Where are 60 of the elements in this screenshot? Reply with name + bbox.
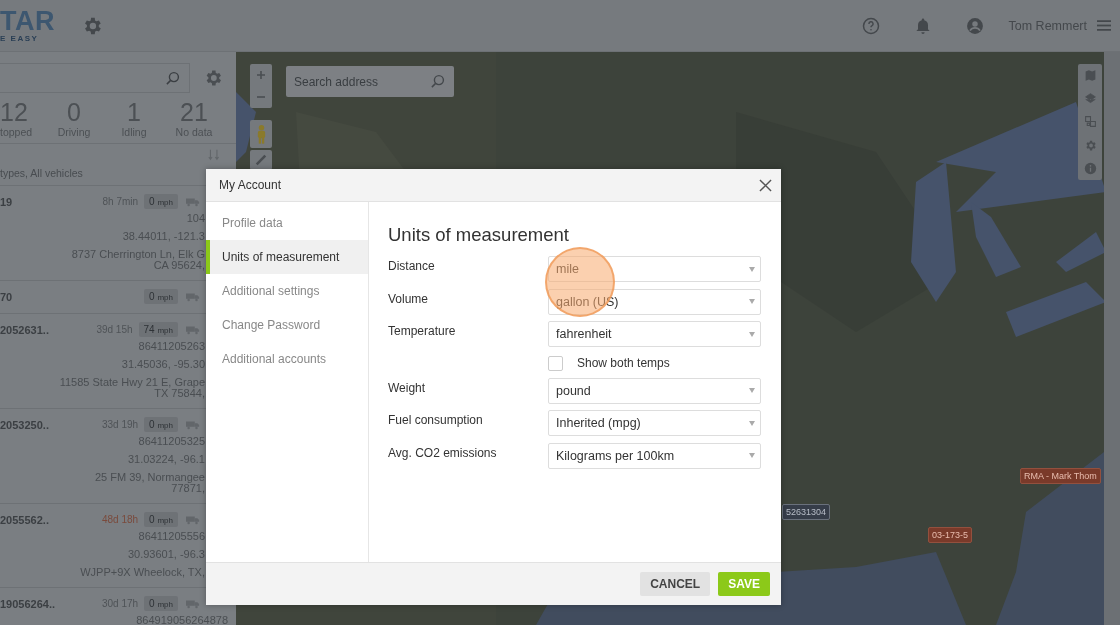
search-icon[interactable]: [430, 74, 445, 89]
field-label: Fuel consumption: [388, 413, 484, 428]
layers-icon[interactable]: [1083, 92, 1097, 106]
measure-button[interactable]: [250, 150, 272, 170]
person-icon: [255, 123, 267, 145]
logo-tagline: E EASY: [0, 34, 40, 43]
field-label: Weight: [388, 380, 427, 395]
vehicle-name: 19056264..: [0, 597, 57, 610]
menu-icon[interactable]: [1097, 20, 1111, 31]
caret-icon: [749, 388, 755, 394]
nav-item[interactable]: Units of measurement: [206, 240, 368, 274]
scrollbar[interactable]: [1104, 52, 1120, 625]
ruler-icon: [255, 154, 267, 166]
unit-dropdown[interactable]: fahrenheit: [548, 321, 761, 348]
unit-dropdown[interactable]: Inherited (mpg): [548, 410, 761, 437]
vehicle-name: 2052631..: [0, 323, 50, 336]
search-field[interactable]: [0, 63, 190, 93]
field-label: Volume: [388, 291, 430, 306]
unit-dropdown[interactable]: mile: [548, 256, 761, 282]
search-icon[interactable]: [165, 70, 180, 86]
field-label: Avg. CO2 emissions: [388, 445, 498, 460]
checkbox-label: Show both temps: [577, 356, 670, 371]
truck-icon: [186, 324, 200, 335]
help-icon[interactable]: [860, 15, 881, 36]
caret-icon: [749, 453, 755, 459]
vehicle-name: 2053250..: [0, 418, 50, 431]
truck-icon: [186, 598, 200, 609]
map-marker[interactable]: 03-173-5: [928, 527, 973, 543]
caret-icon: [749, 331, 755, 337]
address-search-field[interactable]: Search address: [286, 66, 454, 97]
cancel-button[interactable]: CANCEL: [640, 572, 711, 596]
map-icon[interactable]: [1083, 69, 1097, 83]
vehicle-name: 2055562..: [0, 513, 50, 526]
close-icon[interactable]: [759, 178, 772, 192]
map-marker[interactable]: 52631304: [782, 504, 831, 520]
user-icon[interactable]: [964, 15, 985, 36]
sort-icon[interactable]: [208, 148, 221, 161]
caret-icon: [749, 266, 755, 272]
checkbox[interactable]: [548, 355, 563, 371]
vehicle-name: 19: [0, 195, 14, 208]
grid-icon[interactable]: [1083, 115, 1097, 129]
caret-icon: [749, 420, 755, 426]
field-label: Distance: [388, 259, 436, 273]
truck-icon: [186, 291, 200, 302]
caret-icon: [749, 299, 755, 305]
unit-dropdown[interactable]: Kilograms per 100km: [548, 442, 761, 469]
save-button[interactable]: SAVE: [718, 572, 770, 596]
field-label: Temperature: [388, 324, 457, 339]
logo-text: TAR: [0, 8, 56, 34]
zoom-control[interactable]: [250, 64, 272, 108]
truck-icon: [186, 196, 200, 207]
info-icon[interactable]: [1083, 161, 1097, 175]
truck-icon: [186, 514, 200, 525]
truck-icon: [186, 419, 200, 430]
map-marker[interactable]: RMA - Mark Thom: [1020, 468, 1101, 484]
zoom-in-icon[interactable]: [256, 70, 266, 80]
vehicle-name: 70: [0, 290, 14, 303]
unit-dropdown[interactable]: pound: [548, 377, 761, 404]
section-heading: Units of measurement: [388, 224, 570, 246]
elapsed-time: 48d 18h: [101, 514, 139, 525]
